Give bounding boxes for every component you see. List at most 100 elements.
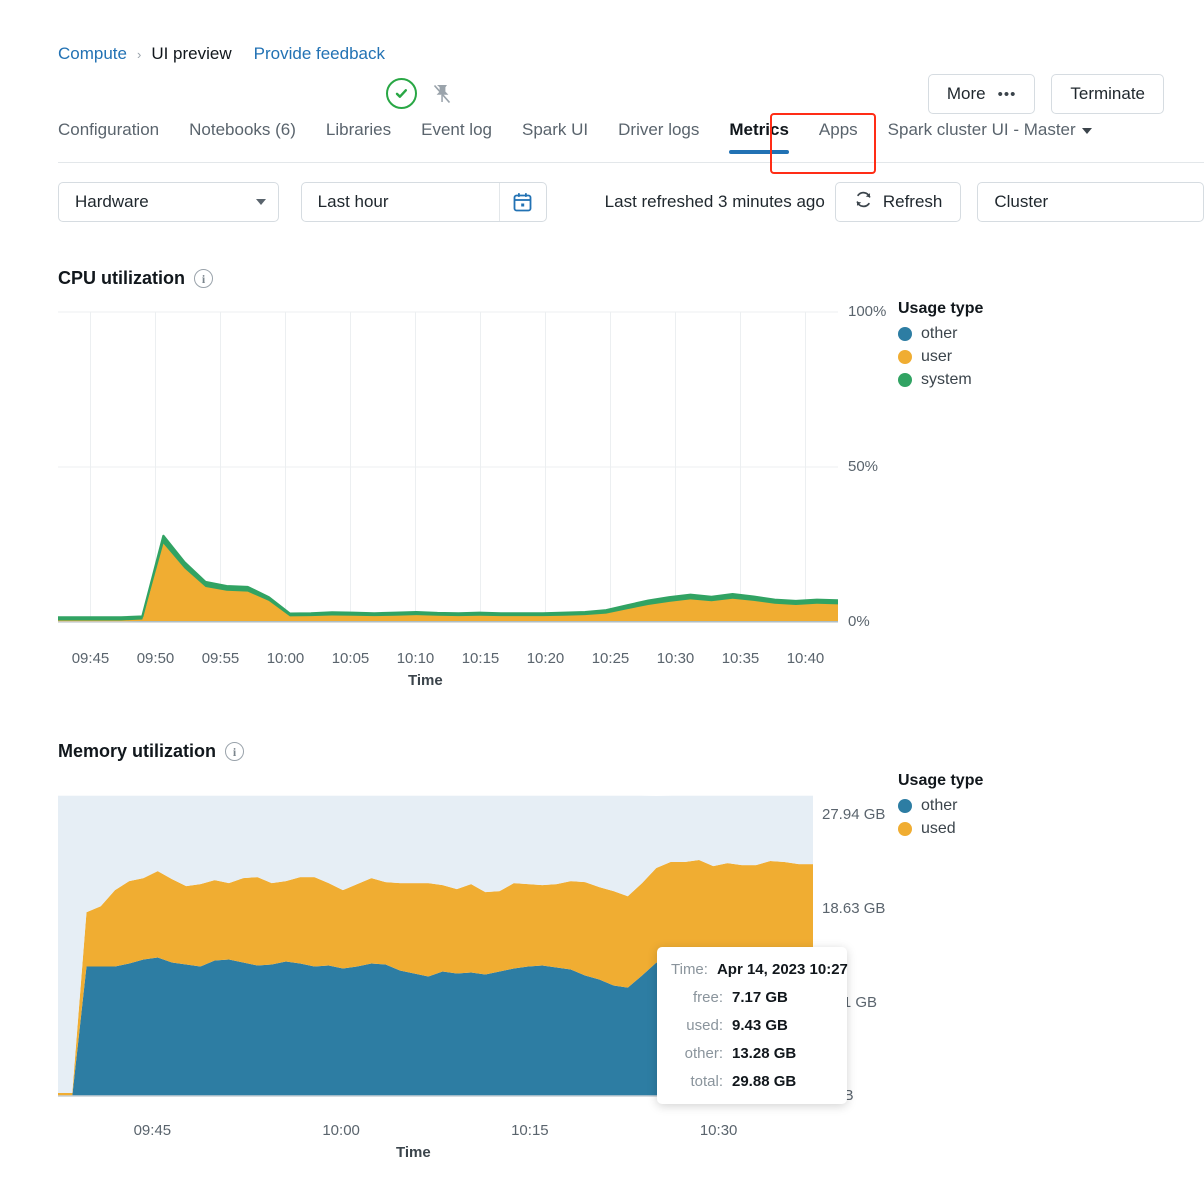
cpu-y-tick: 50% <box>848 458 879 475</box>
refresh-button-label: Refresh <box>882 192 943 211</box>
breadcrumb-compute-link[interactable]: Compute <box>58 44 127 64</box>
tab-label: Event log <box>421 120 492 139</box>
tooltip-value: 13.28 GB <box>732 1045 797 1062</box>
pin-off-icon[interactable] <box>431 82 453 106</box>
memory-x-tick: 10:30 <box>699 1122 738 1139</box>
legend-swatch-icon <box>898 350 912 364</box>
tab-spark-ui[interactable]: Spark UI <box>522 120 588 154</box>
legend-item-label: system <box>921 371 972 388</box>
time-range-select[interactable]: Last hour <box>300 182 547 222</box>
tab-notebooks-6[interactable]: Notebooks (6) <box>189 120 296 154</box>
refresh-button[interactable]: Refresh <box>834 182 962 222</box>
more-dots-icon: ••• <box>997 85 1017 103</box>
legend-item-other[interactable]: other <box>898 797 983 815</box>
cpu-legend: Usage type other user system <box>898 300 983 394</box>
tab-bar: Configuration Notebooks (6) Libraries Event… <box>58 120 1204 154</box>
cpu-y-tick: 100% <box>848 303 887 320</box>
last-refreshed-text: Last refreshed 3 minutes ago <box>604 192 825 211</box>
tooltip-value: 9.43 GB <box>732 1017 788 1034</box>
more-button[interactable]: More ••• <box>927 74 1036 114</box>
chevron-down-icon <box>255 199 266 205</box>
tab-label: Driver logs <box>618 120 700 139</box>
legend-item-used[interactable]: used <box>898 820 983 838</box>
memory-chart-tooltip: Time: Apr 14, 2023 10:27 free: 7.17 GB used:… <box>657 947 848 1104</box>
tab-label: Configuration <box>58 120 160 139</box>
cpu-x-tick: 10:40 <box>786 650 825 667</box>
tab-spark-cluster-ui-master[interactable]: Spark cluster UI - Master <box>888 120 1092 154</box>
provide-feedback-link[interactable]: Provide feedback <box>254 44 385 64</box>
cluster-select[interactable]: Cluster <box>977 182 1204 222</box>
legend-item-label: other <box>921 797 958 814</box>
tab-label: Notebooks (6) <box>189 120 296 139</box>
active-tab-underline <box>729 150 789 154</box>
tooltip-row: used: 9.43 GB <box>671 1017 831 1034</box>
cpu-plot-area <box>58 311 838 623</box>
legend-item-system[interactable]: system <box>898 371 983 389</box>
memory-x-tick: 10:15 <box>511 1122 549 1139</box>
tab-configuration[interactable]: Configuration <box>58 120 159 154</box>
tooltip-key: used: <box>686 1017 723 1034</box>
cpu-x-tick: 09:50 <box>136 650 175 667</box>
legend-swatch-icon <box>898 373 912 387</box>
cpu-x-tick: 10:30 <box>656 650 695 667</box>
memory-y-tick: 18.63 GB <box>822 899 886 917</box>
cpu-x-tick: 09:55 <box>201 650 240 667</box>
memory-legend-title: Usage type <box>898 772 984 789</box>
breadcrumb-current: UI preview <box>151 44 232 63</box>
legend-item-user[interactable]: user <box>898 348 983 366</box>
cpu-chart-title: CPU utilization i <box>58 268 213 289</box>
tooltip-row: free: 7.17 GB <box>671 989 831 1006</box>
tab-metrics[interactable]: Metrics <box>729 120 789 154</box>
tooltip-key: free: <box>692 989 723 1006</box>
hardware-select-value: Hardware <box>75 192 149 211</box>
more-button-label: More <box>946 84 986 103</box>
cpu-legend-title: Usage type <box>898 300 984 317</box>
tooltip-value: Apr 14, 2023 10:27 <box>716 961 848 978</box>
cpu-x-axis-label: Time <box>408 672 443 689</box>
tooltip-value: 29.88 GB <box>732 1073 797 1090</box>
cpu-x-tick: 10:05 <box>331 650 370 667</box>
tab-driver-logs[interactable]: Driver logs <box>618 120 699 154</box>
cluster-select-value: Cluster <box>994 192 1049 211</box>
tab-label: Spark cluster UI - Master <box>887 120 1076 139</box>
terminate-button[interactable]: Terminate <box>1051 74 1164 114</box>
tab-event-log[interactable]: Event log <box>421 120 492 154</box>
tooltip-value: 7.17 GB <box>732 989 788 1006</box>
cpu-x-tick: 10:15 <box>461 650 500 667</box>
tab-apps[interactable]: Apps <box>819 120 858 154</box>
cpu-x-tick: 10:35 <box>721 650 760 667</box>
tooltip-key: total: <box>690 1073 723 1090</box>
legend-swatch-icon <box>898 327 912 341</box>
memory-legend: Usage type other used <box>898 772 983 843</box>
info-icon[interactable]: i <box>225 742 245 761</box>
tab-libraries[interactable]: Libraries <box>326 120 391 154</box>
memory-y-tick: 27.94 GB <box>822 806 886 824</box>
check-circle-icon <box>386 78 417 109</box>
hardware-select[interactable]: Hardware <box>58 182 279 222</box>
legend-swatch-icon <box>898 799 912 813</box>
memory-x-tick: 09:45 <box>133 1122 172 1139</box>
breadcrumb: Compute › UI preview Provide feedback <box>58 44 385 64</box>
breadcrumb-separator-icon: › <box>136 46 142 62</box>
tooltip-row: Time: Apr 14, 2023 10:27 <box>671 961 848 978</box>
tooltip-row: other: 13.28 GB <box>671 1045 831 1062</box>
cpu-x-tick: 10:25 <box>591 650 630 667</box>
legend-item-label: user <box>921 348 953 365</box>
memory-chart-title-text: Memory utilization <box>58 741 217 761</box>
legend-item-other[interactable]: other <box>898 325 983 343</box>
info-icon[interactable]: i <box>194 269 213 288</box>
cpu-x-tick: 10:00 <box>266 650 305 667</box>
cpu-x-tick: 10:10 <box>396 650 435 667</box>
chevron-down-icon <box>1081 127 1092 134</box>
calendar-icon[interactable] <box>498 183 546 221</box>
refresh-icon <box>854 190 873 214</box>
tab-label: Spark UI <box>522 120 589 139</box>
tab-label: Metrics <box>729 120 789 139</box>
top-actions: More ••• Terminate <box>927 74 1164 114</box>
memory-x-axis-label: Time <box>396 1144 431 1161</box>
terminate-button-label: Terminate <box>1070 84 1145 103</box>
cluster-status-icons <box>386 78 453 109</box>
tab-bar-divider <box>58 162 1204 163</box>
filter-toolbar: Hardware Last hour Last refreshed 3 minu… <box>58 182 1204 222</box>
time-range-value: Last hour <box>317 192 389 211</box>
